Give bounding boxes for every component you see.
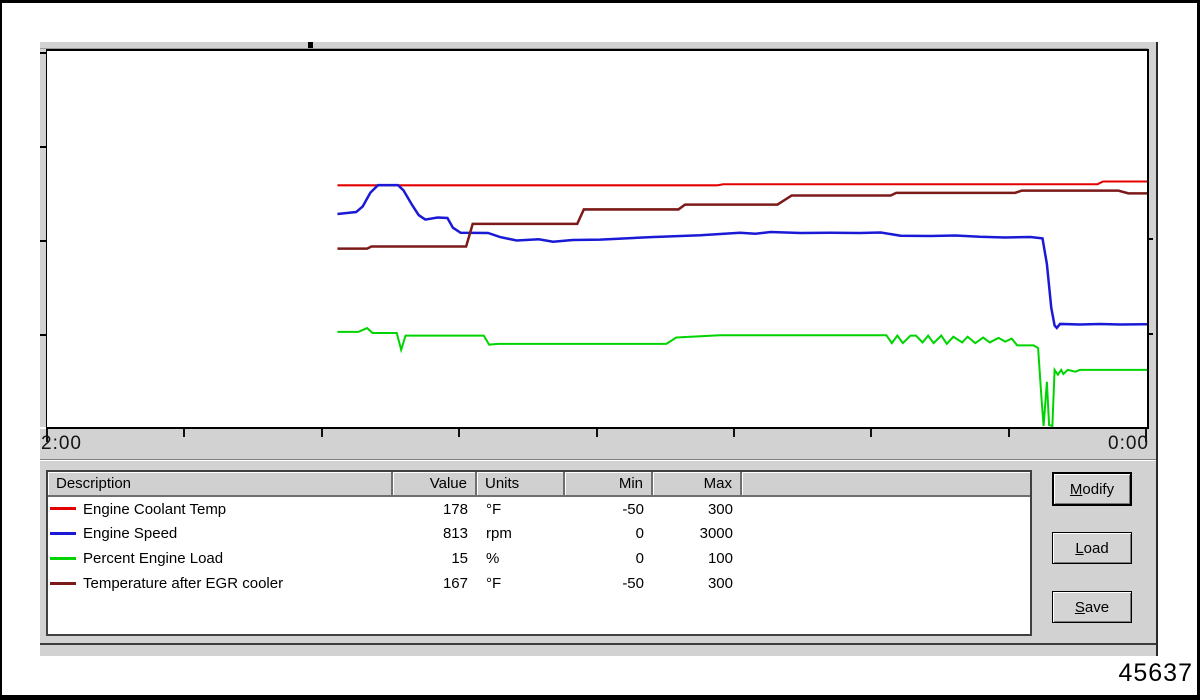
row-units-cell: rpm [476,521,564,546]
row-units-cell: °F [476,571,564,596]
x-axis-tick [46,429,48,442]
table-header-row: Description Value Units Min Max [48,472,1030,496]
load-button[interactable]: Load [1052,532,1132,564]
series-color-swatch [50,557,76,560]
row-description-cell: Percent Engine Load [48,546,392,571]
column-header-description[interactable]: Description [48,472,392,496]
series-line-0 [337,181,1147,185]
figure-number: 45637 [1118,659,1193,688]
series-color-swatch [50,532,76,535]
row-value-cell: 178 [392,496,476,521]
row-min-cell: -50 [564,571,652,596]
row-value-cell: 15 [392,546,476,571]
column-header-min[interactable]: Min [564,472,652,496]
row-filler-cell [741,496,1030,521]
chart-plot-area[interactable] [46,49,1149,429]
x-axis-tick [1145,429,1147,442]
row-units-cell: % [476,546,564,571]
series-line-1 [337,185,1147,328]
series-line-2 [337,328,1147,426]
x-axis-label-right: 0:00 [1108,433,1149,455]
row-description-cell: Temperature after EGR cooler [48,571,392,596]
row-filler-cell [741,546,1030,571]
column-header-value[interactable]: Value [392,472,476,496]
table-row[interactable]: Engine Coolant Temp 178°F-50300 [48,496,1030,521]
ruler-marker [308,42,313,48]
row-value-cell: 813 [392,521,476,546]
row-description: Engine Coolant Temp [83,501,226,518]
x-axis-tick [733,429,735,437]
column-header-units[interactable]: Units [476,472,564,496]
row-filler-cell [741,571,1030,596]
window-right-edge [1156,42,1158,656]
row-min-cell: 0 [564,521,652,546]
top-ruler [40,42,1156,49]
series-color-swatch [50,582,76,585]
time-axis: 2:00 0:00 [40,429,1156,459]
right-ruler [1148,42,1156,459]
row-description-cell: Engine Speed [48,521,392,546]
row-units-cell: °F [476,496,564,521]
save-button[interactable]: Save [1052,591,1132,623]
x-axis-tick [183,429,185,437]
table-body: Engine Coolant Temp178°F-50300Engine Spe… [48,496,1030,634]
row-min-cell: 0 [564,546,652,571]
x-axis-tick [870,429,872,437]
datalogger-window: 2:00 0:00 Description Value Units Min Ma… [40,42,1158,656]
table-row[interactable]: Percent Engine Load 15%0100 [48,546,1030,571]
table-row[interactable]: Temperature after EGR cooler 167°F-50300 [48,571,1030,596]
row-filler-cell [741,521,1030,546]
row-max-cell: 300 [652,496,741,521]
modify-button[interactable]: Modify [1052,472,1132,506]
row-max-cell: 3000 [652,521,741,546]
row-min-cell: -50 [564,496,652,521]
table-empty-space [48,596,1030,634]
series-line-3 [337,191,1147,249]
row-max-cell: 300 [652,571,741,596]
column-header-max[interactable]: Max [652,472,741,496]
row-description: Temperature after EGR cooler [83,575,283,592]
control-panel: Description Value Units Min Max Engine C… [40,461,1156,645]
x-axis-tick [1008,429,1010,437]
series-color-swatch [50,507,76,510]
row-max-cell: 100 [652,546,741,571]
table-row[interactable]: Engine Speed 813rpm03000 [48,521,1030,546]
x-axis-tick [596,429,598,437]
parameter-table: Description Value Units Min Max Engine C… [46,470,1032,636]
row-value-cell: 167 [392,571,476,596]
x-axis-tick [458,429,460,437]
window-bottom-edge [40,645,1156,656]
row-description: Percent Engine Load [83,550,223,567]
x-axis-tick [321,429,323,437]
row-description: Engine Speed [83,525,177,542]
column-header-filler [741,472,1030,496]
chart-svg [47,51,1147,427]
row-description-cell: Engine Coolant Temp [48,496,392,521]
